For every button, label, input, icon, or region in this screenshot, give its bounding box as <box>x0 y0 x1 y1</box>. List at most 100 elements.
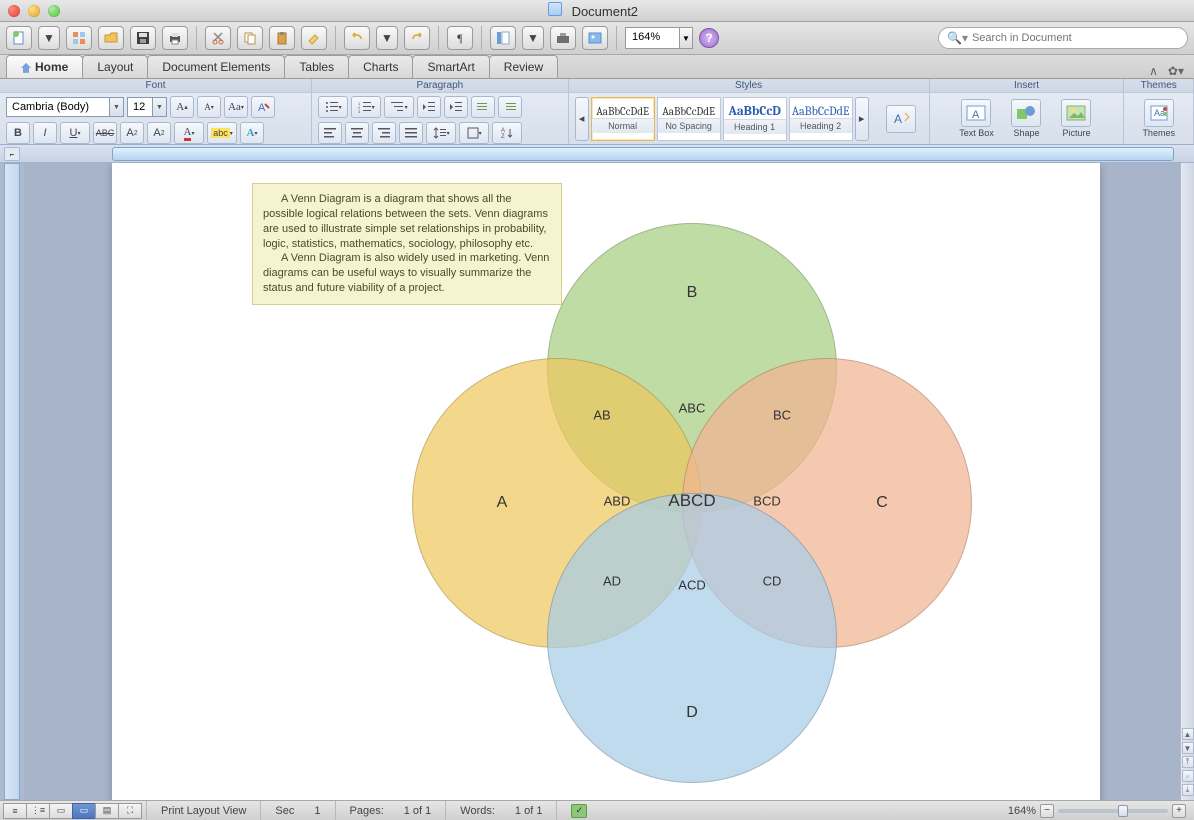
new-dropdown[interactable]: ▼ <box>38 26 60 50</box>
open-button[interactable] <box>98 26 124 50</box>
font-family-select[interactable]: Cambria (Body) ▼ <box>6 97 124 117</box>
font-size-select[interactable]: 12 ▼ <box>127 97 167 117</box>
zoom-select[interactable]: 164% ▼ <box>625 27 693 49</box>
minimize-icon[interactable] <box>28 5 40 17</box>
view-print-layout-button[interactable]: ▭ <box>72 803 96 819</box>
collapse-ribbon-icon[interactable]: ∧ <box>1149 64 1158 78</box>
zoom-slider-track[interactable] <box>1058 809 1168 813</box>
undo-button[interactable] <box>344 26 370 50</box>
venn-circle-d[interactable] <box>547 493 837 783</box>
print-button[interactable] <box>162 26 188 50</box>
insert-picture-button[interactable]: Picture <box>1054 99 1098 138</box>
status-pages[interactable]: Pages: 1 of 1 <box>335 801 446 820</box>
view-publishing-button[interactable]: ▭ <box>49 803 73 819</box>
page-scroll[interactable]: A Venn Diagram is a diagram that shows a… <box>24 163 1180 800</box>
bullets-button[interactable]: ▾ <box>318 96 348 118</box>
align-left-button[interactable] <box>318 122 342 144</box>
media-browser-button[interactable] <box>582 26 608 50</box>
tab-document-elements[interactable]: Document Elements <box>147 55 285 78</box>
style-normal[interactable]: AaBbCcDdE Normal <box>591 97 655 141</box>
numbering-button[interactable]: 123▾ <box>351 96 381 118</box>
cut-button[interactable] <box>205 26 231 50</box>
tab-review[interactable]: Review <box>489 55 558 78</box>
font-family-value[interactable]: Cambria (Body) <box>6 97 110 117</box>
tab-charts[interactable]: Charts <box>348 55 413 78</box>
subscript-button[interactable]: A2 <box>147 122 171 144</box>
chevron-down-icon[interactable]: ▼ <box>153 97 167 117</box>
change-case-button[interactable]: Aa▾ <box>224 96 248 118</box>
font-size-value[interactable]: 12 <box>127 97 153 117</box>
styles-scroll-left[interactable]: ◂ <box>575 97 589 141</box>
gear-icon[interactable]: ✿▾ <box>1168 64 1184 78</box>
bold-button[interactable]: B <box>6 122 30 144</box>
status-zoom-value[interactable]: 164% <box>1008 805 1036 817</box>
zoom-in-button[interactable]: + <box>1172 804 1186 818</box>
styles-scroll-right[interactable]: ▸ <box>855 97 869 141</box>
multilevel-list-button[interactable]: ▾ <box>384 96 414 118</box>
italic-button[interactable]: I <box>33 122 57 144</box>
venn-diagram[interactable]: B A C D AB BC AD CD ABC ABD BCD ACD ABCD <box>412 223 972 783</box>
zoom-icon[interactable] <box>48 5 60 17</box>
show-formatting-button[interactable]: ¶ <box>447 26 473 50</box>
increase-indent-button[interactable] <box>444 96 468 118</box>
vertical-scrollbar[interactable]: ▲ ▼ ⤒ ◦ ⤓ <box>1180 163 1194 800</box>
view-outline-button[interactable]: ⋮≡ <box>26 803 50 819</box>
page-up-icon[interactable]: ⤒ <box>1182 756 1194 768</box>
insert-shape-button[interactable]: Shape <box>1004 99 1048 138</box>
templates-button[interactable] <box>66 26 92 50</box>
borders-button[interactable]: ▾ <box>459 122 489 144</box>
horizontal-ruler[interactable] <box>112 147 1174 161</box>
undo-dropdown[interactable]: ▼ <box>376 26 398 50</box>
search-input[interactable] <box>972 32 1179 44</box>
status-words[interactable]: Words: 1 of 1 <box>445 801 556 820</box>
sidebar-button[interactable] <box>490 26 516 50</box>
scroll-down-icon[interactable]: ▼ <box>1182 742 1194 754</box>
style-no-spacing[interactable]: AaBbCcDdE No Spacing <box>657 97 721 141</box>
text-direction-rtl-button[interactable] <box>498 96 522 118</box>
sidebar-dropdown[interactable]: ▼ <box>522 26 544 50</box>
tab-home[interactable]: Home <box>6 55 83 78</box>
text-direction-ltr-button[interactable] <box>471 96 495 118</box>
scroll-up-icon[interactable]: ▲ <box>1182 728 1194 740</box>
vertical-ruler[interactable] <box>4 163 20 800</box>
browse-object-icon[interactable]: ◦ <box>1182 770 1194 782</box>
close-icon[interactable] <box>8 5 20 17</box>
tab-tables[interactable]: Tables <box>284 55 349 78</box>
save-button[interactable] <box>130 26 156 50</box>
highlight-button[interactable]: abc▾ <box>207 122 237 144</box>
align-right-button[interactable] <box>372 122 396 144</box>
align-center-button[interactable] <box>345 122 369 144</box>
new-doc-button[interactable] <box>6 26 32 50</box>
page[interactable]: A Venn Diagram is a diagram that shows a… <box>112 163 1100 800</box>
zoom-value[interactable]: 164% <box>625 27 679 49</box>
toolbox-button[interactable] <box>550 26 576 50</box>
chevron-down-icon[interactable]: ▼ <box>679 27 693 49</box>
zoom-out-button[interactable]: − <box>1040 804 1054 818</box>
style-heading-1[interactable]: AaBbCcD Heading 1 <box>723 97 787 141</box>
shrink-font-button[interactable]: A▾ <box>197 96 221 118</box>
themes-button[interactable]: Aa Themes <box>1137 99 1181 138</box>
font-color-button[interactable]: A▾ <box>174 122 204 144</box>
clear-formatting-button[interactable]: A <box>251 96 275 118</box>
paste-button[interactable] <box>269 26 295 50</box>
style-heading-2[interactable]: AaBbCcDdE Heading 2 <box>789 97 853 141</box>
view-draft-button[interactable]: ≡ <box>3 803 27 819</box>
view-notebook-button[interactable]: ▤ <box>95 803 119 819</box>
search-field[interactable]: 🔍▾ <box>938 27 1188 49</box>
line-spacing-button[interactable]: ▾ <box>426 122 456 144</box>
format-painter-button[interactable] <box>301 26 327 50</box>
tab-layout[interactable]: Layout <box>82 55 148 78</box>
status-spellcheck[interactable]: ✓ <box>556 801 601 820</box>
sort-button[interactable]: AZ <box>492 122 522 144</box>
underline-button[interactable]: U▾ <box>60 122 90 144</box>
page-down-icon[interactable]: ⤓ <box>1182 784 1194 796</box>
redo-button[interactable] <box>404 26 430 50</box>
help-button[interactable]: ? <box>699 28 719 48</box>
justify-button[interactable] <box>399 122 423 144</box>
chevron-down-icon[interactable]: ▼ <box>110 97 124 117</box>
superscript-button[interactable]: A2 <box>120 122 144 144</box>
status-section[interactable]: Sec 1 <box>260 801 334 820</box>
decrease-indent-button[interactable] <box>417 96 441 118</box>
zoom-slider-thumb[interactable] <box>1118 805 1128 817</box>
view-fullscreen-button[interactable]: ⛶ <box>118 803 142 819</box>
